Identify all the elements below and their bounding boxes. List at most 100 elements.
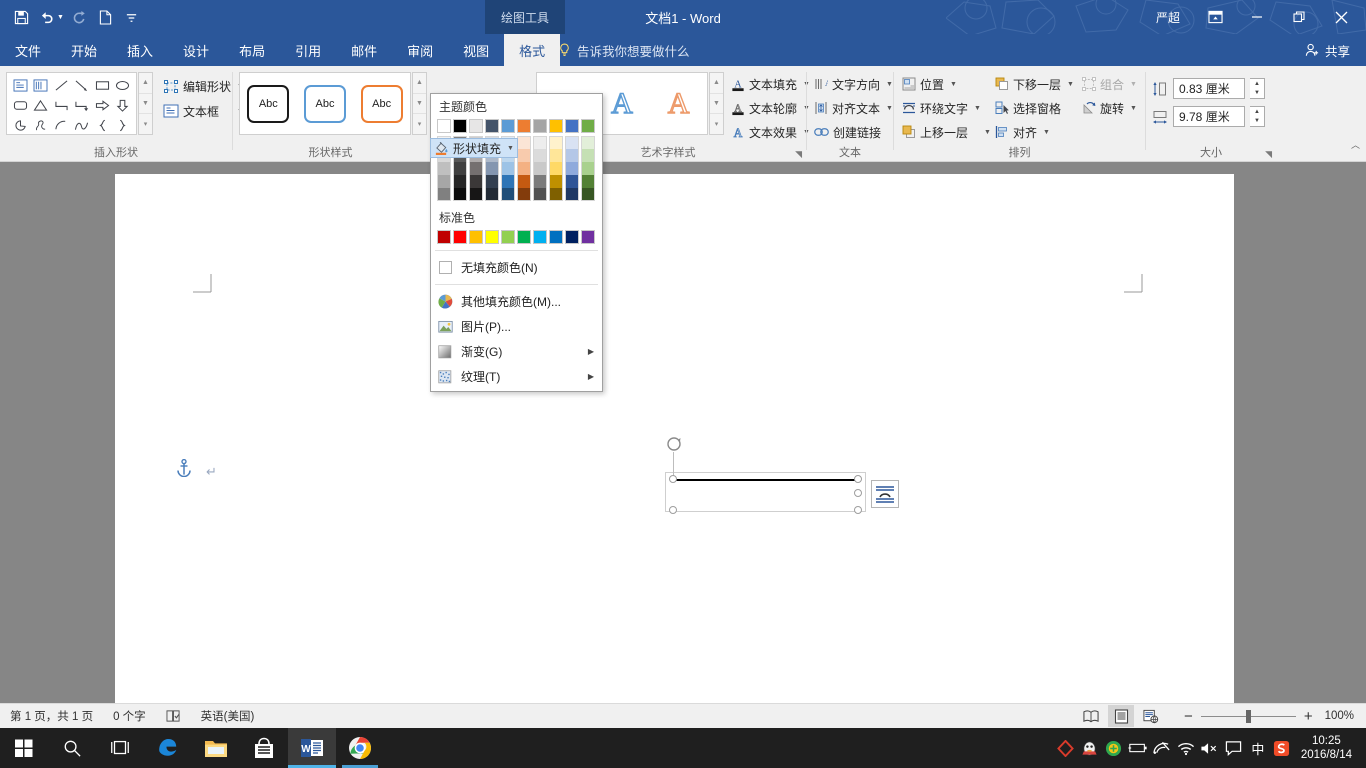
zoom-level-label[interactable]: 100%: [1321, 710, 1358, 722]
tab-mailings[interactable]: 邮件: [336, 34, 392, 66]
search-button[interactable]: [48, 728, 96, 768]
variant-green-1[interactable]: [581, 136, 595, 149]
variant-mediumblue-2[interactable]: [565, 149, 579, 162]
create-link-button[interactable]: 创建链接: [811, 121, 896, 143]
variant-black-5[interactable]: [453, 188, 467, 201]
tray-icon-360[interactable]: [1103, 728, 1125, 768]
text-direction-button[interactable]: A 文字方向 ▼: [811, 73, 896, 95]
variant-lightgray-4[interactable]: [469, 175, 483, 188]
curve-shape-icon[interactable]: [72, 115, 93, 135]
zoom-slider[interactable]: [1200, 709, 1296, 723]
tab-review[interactable]: 审阅: [392, 34, 448, 66]
account-name[interactable]: 严超: [1156, 9, 1180, 26]
variant-blue-3[interactable]: [501, 162, 515, 175]
theme-color-orange[interactable]: [517, 119, 531, 133]
tray-icon-wifi[interactable]: [1175, 728, 1197, 768]
oval-shape-icon[interactable]: [113, 75, 134, 95]
position-button[interactable]: 位置 ▼: [899, 73, 994, 95]
language-indicator[interactable]: 英语(美国): [191, 704, 265, 729]
standard-color-red[interactable]: [453, 230, 467, 244]
variant-orange-1[interactable]: [517, 136, 531, 149]
zoom-in-button[interactable]: +: [1300, 708, 1317, 725]
scribble-shape-icon[interactable]: [31, 115, 52, 135]
variant-gray-1[interactable]: [533, 136, 547, 149]
file-explorer-button[interactable]: [192, 728, 240, 768]
tray-icon-battery[interactable]: [1127, 728, 1149, 768]
variant-lightgray-3[interactable]: [469, 162, 483, 175]
align-objects-button[interactable]: 对齐 ▼: [992, 121, 1077, 143]
variant-gray-4[interactable]: [533, 175, 547, 188]
theme-color-medium-blue[interactable]: [565, 119, 579, 133]
new-doc-icon[interactable]: [93, 4, 119, 30]
left-brace-shape-icon[interactable]: [92, 115, 113, 135]
standard-color-light-blue[interactable]: [533, 230, 547, 244]
standard-color-dark-blue[interactable]: [565, 230, 579, 244]
variant-darkblue-4[interactable]: [485, 175, 499, 188]
tray-icon-qq[interactable]: [1079, 728, 1101, 768]
word-button[interactable]: W: [288, 728, 336, 768]
theme-color-blue[interactable]: [501, 119, 515, 133]
right-arrow-shape-icon[interactable]: [92, 95, 113, 115]
rotation-handle[interactable]: [666, 436, 682, 452]
variant-black-4[interactable]: [453, 175, 467, 188]
selected-line-shape[interactable]: [673, 479, 859, 481]
standard-color-green[interactable]: [517, 230, 531, 244]
down-arrow-shape-icon[interactable]: [113, 95, 134, 115]
position-caret-icon[interactable]: ▼: [950, 81, 957, 88]
wordart-dialog-launcher[interactable]: ◥: [795, 149, 802, 160]
tab-design[interactable]: 设计: [168, 34, 224, 66]
styles-more-icon[interactable]: ▾: [413, 114, 426, 134]
wordart-more-icon[interactable]: ▾: [710, 114, 723, 134]
variant-darkblue-3[interactable]: [485, 162, 499, 175]
collapse-ribbon-button[interactable]: ︿: [1351, 138, 1360, 151]
tray-icon-network-error[interactable]: [1151, 728, 1173, 768]
undo-dropdown-icon[interactable]: ▼: [57, 14, 64, 21]
elbow-connector-shape-icon[interactable]: [51, 95, 72, 115]
edge-button[interactable]: [144, 728, 192, 768]
variant-orange-2[interactable]: [517, 149, 531, 162]
bring-forward-button[interactable]: 上移一层 ▼: [899, 121, 994, 143]
rotate-button[interactable]: 旋转 ▼: [1079, 97, 1140, 119]
tray-icon-volume-muted[interactable]: [1199, 728, 1221, 768]
variant-orange-5[interactable]: [517, 188, 531, 201]
shape-width-input[interactable]: 9.78 厘米: [1173, 106, 1245, 127]
variant-orange-4[interactable]: [517, 175, 531, 188]
vertical-textbox-shape-icon[interactable]: [31, 75, 52, 95]
selection-handle-bottom-right[interactable]: [854, 506, 862, 514]
print-layout-view-button[interactable]: [1108, 705, 1135, 727]
store-button[interactable]: [240, 728, 288, 768]
wordart-style-blue[interactable]: A: [610, 86, 633, 121]
rotate-caret-icon[interactable]: ▼: [1130, 105, 1137, 112]
tray-icon-ime[interactable]: 中: [1247, 728, 1269, 768]
elbow-arrow-connector-shape-icon[interactable]: [72, 95, 93, 115]
start-button[interactable]: [0, 728, 48, 768]
theme-color-white[interactable]: [437, 119, 451, 133]
variant-green-3[interactable]: [581, 162, 595, 175]
shape-fill-caret-icon[interactable]: ▼: [507, 145, 514, 152]
shapes-gallery[interactable]: [6, 72, 137, 135]
variant-darkblue-5[interactable]: [485, 188, 499, 201]
tab-file[interactable]: 文件: [0, 34, 57, 66]
variant-white-5[interactable]: [437, 188, 451, 201]
variant-green-4[interactable]: [581, 175, 595, 188]
tray-icon-action-center[interactable]: [1223, 728, 1245, 768]
rounded-rectangle-shape-icon[interactable]: [10, 95, 31, 115]
theme-color-dark-blue[interactable]: [485, 119, 499, 133]
restore-button[interactable]: [1278, 0, 1320, 34]
wordart-gallery-scroll[interactable]: ▲ ▼ ▾: [709, 72, 724, 135]
line-shape-icon[interactable]: [51, 75, 72, 95]
web-layout-view-button[interactable]: [1138, 705, 1164, 727]
gallery-scroll-up-icon[interactable]: ▲: [139, 73, 152, 94]
menu-item-more-fill-colors[interactable]: 其他填充颜色(M)...: [431, 289, 602, 314]
tab-layout[interactable]: 布局: [224, 34, 280, 66]
minimize-button[interactable]: [1236, 0, 1278, 34]
tab-references[interactable]: 引用: [280, 34, 336, 66]
variant-green-2[interactable]: [581, 149, 595, 162]
menu-item-no-fill[interactable]: 无填充颜色(N): [431, 255, 602, 280]
customize-qat-icon[interactable]: [119, 4, 145, 30]
wrap-text-button[interactable]: 环绕文字 ▼: [899, 97, 994, 119]
align-text-caret-icon[interactable]: ▼: [886, 105, 893, 112]
text-outline-button[interactable]: A 文本轮廓 ▼: [728, 97, 813, 119]
rectangle-shape-icon[interactable]: [92, 75, 113, 95]
variant-gray-2[interactable]: [533, 149, 547, 162]
